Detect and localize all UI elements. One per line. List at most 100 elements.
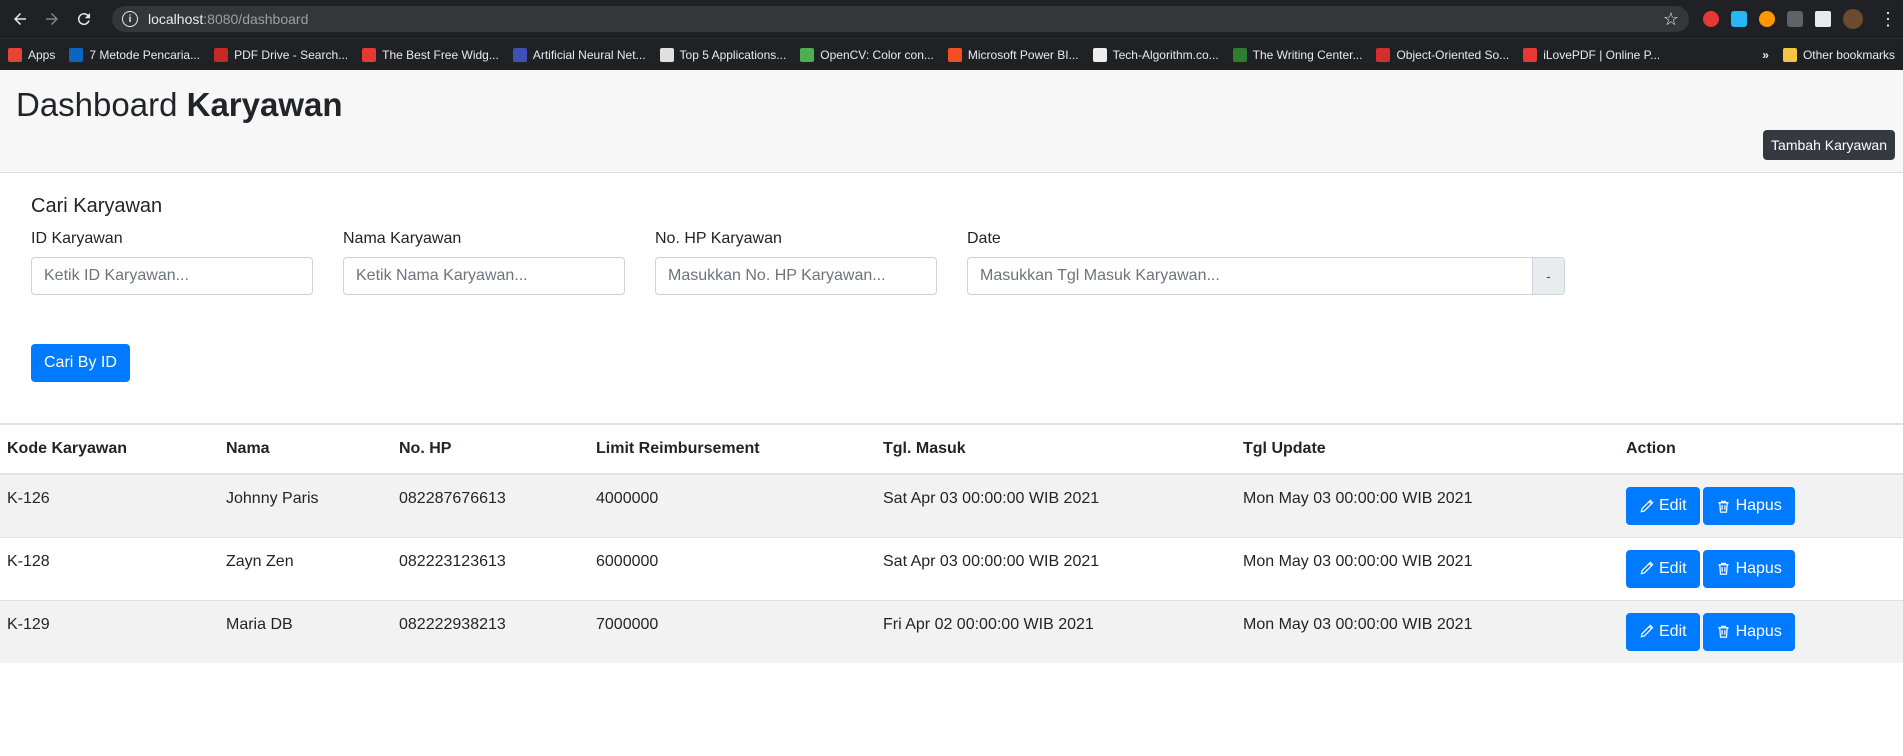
bookmark-item[interactable]: 7 Metode Pencaria...: [69, 47, 201, 62]
bookmark-star-icon[interactable]: ☆: [1663, 9, 1679, 30]
bookmark-label: Tech-Algorithm.co...: [1112, 47, 1219, 62]
employee-table: Kode Karyawan Nama No. HP Limit Reimburs…: [0, 423, 1903, 663]
delete-label: Hapus: [1735, 497, 1782, 514]
bookmark-label: The Best Free Widg...: [382, 47, 499, 62]
id-input[interactable]: [31, 257, 313, 295]
edit-button[interactable]: Edit: [1626, 549, 1700, 588]
site-info-icon[interactable]: i: [122, 11, 138, 27]
edit-label: Edit: [1659, 622, 1687, 640]
bookmark-label: 7 Metode Pencaria...: [89, 47, 201, 62]
cell-limit: 4000000: [589, 473, 876, 537]
address-bar[interactable]: i localhost:8080/dashboard ☆: [112, 6, 1689, 32]
bookmark-label: OpenCV: Color con...: [820, 47, 934, 62]
extension-icon[interactable]: [1787, 11, 1803, 27]
bookmark-item[interactable]: Object-Oriented So...: [1376, 47, 1510, 62]
url-path: :8080/dashboard: [203, 11, 309, 27]
url-host: localhost: [148, 11, 204, 27]
search-by-id-button[interactable]: Cari By ID: [31, 344, 130, 382]
profile-avatar[interactable]: [1843, 9, 1863, 29]
cell-kode: K-129: [0, 599, 219, 663]
search-form: ID Karyawan Nama Karyawan No. HP Karyawa…: [31, 230, 1872, 295]
bookmark-label: The Writing Center...: [1252, 47, 1363, 62]
forward-icon[interactable]: [38, 5, 66, 33]
bookmark-item[interactable]: The Best Free Widg...: [362, 47, 499, 62]
other-bookmarks[interactable]: Other bookmarks: [1782, 47, 1895, 62]
menu-kebab-icon[interactable]: ⋮: [1879, 9, 1897, 30]
edit-button[interactable]: Edit: [1626, 487, 1700, 525]
bookmark-favicon-icon: [69, 47, 84, 62]
cell-nama: Johnny Paris: [219, 473, 392, 537]
bookmark-item[interactable]: iLovePDF | Online P...: [1523, 47, 1661, 62]
header-action: Action: [1619, 424, 1903, 475]
bookmark-item[interactable]: Apps: [8, 47, 55, 62]
reload-icon[interactable]: [70, 5, 98, 33]
cell-nama: Zayn Zen: [219, 536, 392, 600]
bookmark-favicon-icon: [214, 47, 229, 62]
extension-icon[interactable]: [1703, 11, 1719, 27]
delete-label: Hapus: [1735, 622, 1782, 640]
table-row: K-129 Maria DB 082222938213 7000000 Fri Apr …: [0, 599, 1903, 663]
bookmark-item[interactable]: Artificial Neural Net...: [512, 47, 646, 62]
header-tgl-update: Tgl Update: [1236, 424, 1619, 475]
cell-masuk: Sat Apr 03 00:00:00 WIB 2021: [876, 536, 1236, 600]
extension-icon[interactable]: [1759, 11, 1775, 27]
search-title: Cari Karyawan: [31, 195, 163, 217]
cell-limit: 6000000: [589, 536, 876, 600]
cell-nama: Maria DB: [219, 599, 392, 663]
extension-icon[interactable]: [1731, 11, 1747, 27]
bookmark-favicon-icon: [1523, 47, 1538, 62]
delete-button[interactable]: Hapus: [1702, 549, 1795, 588]
bookmarks-bar: Apps 7 Metode Pencaria... PDF Drive - Sear…: [0, 38, 1903, 70]
extensions-area: ⋮: [1703, 9, 1897, 30]
bookmark-favicon-icon: [659, 47, 674, 62]
nama-field-group: Nama Karyawan: [343, 230, 625, 295]
bookmark-favicon-icon: [362, 47, 377, 62]
bookmark-item[interactable]: OpenCV: Color con...: [800, 47, 934, 62]
bookmark-label: Artificial Neural Net...: [532, 47, 646, 62]
table-row: K-128 Zayn Zen 082223123613 6000000 Sat Apr …: [0, 536, 1903, 600]
bookmark-favicon-icon: [947, 47, 962, 62]
delete-label: Hapus: [1735, 559, 1782, 577]
date-input[interactable]: [967, 257, 1533, 295]
table-row: K-126 Johnny Paris 082287676613 4000000 Sat …: [0, 473, 1903, 537]
delete-button[interactable]: Hapus: [1702, 487, 1795, 525]
puzzle-icon[interactable]: [1815, 11, 1831, 27]
bookmark-favicon-icon: [800, 47, 815, 62]
id-field-group: ID Karyawan: [31, 230, 313, 295]
search-section: Cari Karyawan ID Karyawan Nama Karyawan …: [0, 173, 1903, 423]
hp-input[interactable]: [655, 257, 937, 295]
nama-input[interactable]: [343, 257, 625, 295]
header-nama: Nama: [219, 424, 392, 475]
bookmark-label: Object-Oriented So...: [1396, 47, 1510, 62]
edit-label: Edit: [1659, 497, 1687, 514]
bookmark-item[interactable]: Top 5 Applications...: [659, 47, 787, 62]
cell-hp: 082287676613: [392, 473, 589, 537]
page-header: Dashboard Karyawan Tambah Karyawan: [0, 70, 1903, 173]
delete-button[interactable]: Hapus: [1702, 612, 1795, 651]
cell-action: Edit Hapus: [1619, 599, 1903, 663]
bookmark-label: Microsoft Power BI...: [967, 47, 1079, 62]
pencil-icon: [1640, 561, 1654, 575]
bookmark-favicon-icon: [8, 47, 22, 62]
trash-icon: [1717, 562, 1729, 575]
header-limit: Limit Reimbursement: [589, 424, 876, 475]
bookmark-item[interactable]: The Writing Center...: [1232, 47, 1363, 62]
pencil-icon: [1640, 499, 1654, 512]
bookmark-label: iLovePDF | Online P...: [1543, 47, 1661, 62]
cell-hp: 082222938213: [392, 599, 589, 663]
date-addon[interactable]: -: [1533, 257, 1565, 295]
cell-kode: K-128: [0, 536, 219, 600]
date-label: Date: [967, 230, 1001, 247]
bookmarks-overflow-icon[interactable]: »: [1762, 48, 1769, 62]
bookmark-favicon-icon: [1092, 47, 1107, 62]
cell-masuk: Sat Apr 03 00:00:00 WIB 2021: [876, 473, 1236, 537]
bookmark-item[interactable]: Tech-Algorithm.co...: [1092, 47, 1219, 62]
bookmark-label: Top 5 Applications...: [679, 47, 787, 62]
edit-button[interactable]: Edit: [1626, 612, 1700, 651]
back-icon[interactable]: [6, 5, 34, 33]
bookmark-item[interactable]: PDF Drive - Search...: [214, 47, 348, 62]
cell-kode: K-126: [0, 473, 219, 537]
bookmark-item[interactable]: Microsoft Power BI...: [947, 47, 1079, 62]
add-employee-button[interactable]: Tambah Karyawan: [1763, 130, 1895, 160]
cell-action: Edit Hapus: [1619, 473, 1903, 537]
